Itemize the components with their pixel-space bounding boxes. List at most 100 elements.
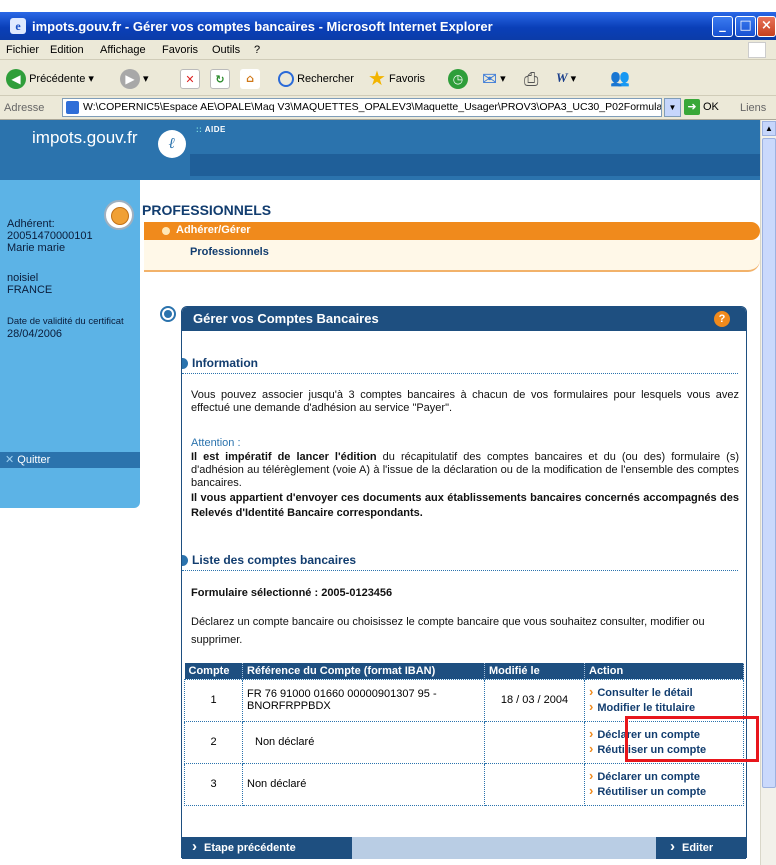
menu-help[interactable]: ?: [254, 44, 260, 56]
account-actions: Déclarer un compte Réutiliser un compte: [584, 762, 744, 806]
adherent-id: 20051470000101: [7, 230, 93, 242]
table-header-row: Compte Référence du Compte (format IBAN)…: [184, 663, 744, 679]
refresh-button[interactable]: ↻: [210, 68, 230, 90]
account-number: 1: [184, 678, 243, 722]
history-button[interactable]: ◷: [448, 68, 468, 90]
menu-fichier[interactable]: Fichier: [6, 44, 39, 56]
word-button[interactable]: W ▾: [556, 68, 576, 90]
browser-window: e impots.gouv.fr - Gérer vos comptes ban…: [0, 12, 776, 865]
section-bullet-icon: [160, 306, 176, 322]
table-row: 1 FR 76 91000 01660 00000901307 95 - BNO…: [184, 678, 744, 722]
account-modified: [484, 762, 585, 806]
warning-text-2: Il vous appartient d'envoyer ces documen…: [191, 492, 739, 519]
scroll-thumb[interactable]: [762, 138, 776, 788]
selected-form: Formulaire sélectionné : 2005-0123456: [191, 587, 393, 599]
instructions-text: Déclarez un compte bancaire ou choisisse…: [191, 616, 705, 646]
search-button[interactable]: Rechercher: [278, 68, 354, 90]
messenger-button[interactable]: 👥: [610, 68, 630, 90]
col-action: Action: [584, 663, 744, 679]
quit-icon: ✕: [5, 454, 15, 466]
print-button[interactable]: ⎙: [524, 68, 538, 90]
help-icon[interactable]: ?: [714, 311, 730, 327]
account-modified: [484, 720, 585, 764]
section-title: PROFESSIONNELS: [142, 202, 272, 218]
cert-label: Date de validité du certificat: [7, 316, 124, 327]
nav-adherer-gerer[interactable]: Adhérer/Gérer: [176, 224, 251, 236]
scroll-up-icon[interactable]: ▲: [762, 121, 776, 136]
stop-button[interactable]: ✕: [180, 68, 200, 90]
star-icon: ★: [368, 68, 386, 91]
page-viewport: impots.gouv.fr ℓ :: AIDE Adhérent: 20051…: [0, 120, 760, 865]
col-compte: Compte: [184, 663, 243, 679]
aide-link[interactable]: :: AIDE: [196, 125, 226, 134]
go-arrow-icon: ➜: [684, 99, 700, 116]
go-button[interactable]: ➜ OK: [684, 98, 734, 117]
toolbar: ◀ Précédente ▾ ▶ ▾ ✕ ↻ ⌂ Rechercher ★ Fa…: [0, 60, 776, 96]
nav-level1: Adhérer/Gérer: [144, 222, 760, 240]
address-dropdown[interactable]: ▼: [664, 98, 681, 117]
account-iban: Non déclaré: [242, 720, 485, 764]
address-input[interactable]: W:\COPERNIC5\Espace AE\OPALE\Maq V3\MAQU…: [62, 98, 662, 117]
menu-edition[interactable]: Edition: [50, 44, 84, 56]
account-actions: Consulter le détail Modifier le titulair…: [584, 678, 744, 722]
nav-professionnels[interactable]: Professionnels: [190, 246, 269, 258]
declarer-compte-link[interactable]: Déclarer un compte: [589, 769, 739, 784]
edit-button[interactable]: Editer: [656, 836, 746, 859]
highlight-box: [625, 716, 759, 762]
header-strip: [190, 154, 760, 176]
col-reference: Référence du Compte (format IBAN): [242, 663, 485, 679]
site-logo[interactable]: impots.gouv.fr: [32, 128, 138, 148]
consulter-detail-link[interactable]: Consulter le détail: [589, 685, 739, 700]
home-button[interactable]: ⌂: [240, 68, 260, 90]
attention-label: Attention :: [191, 437, 241, 449]
windows-logo-icon: [748, 42, 766, 58]
panel-header: Gérer vos Comptes Bancaires ?: [182, 307, 746, 331]
panel-footer: Etape précédente Editer: [182, 836, 746, 859]
forward-arrow-icon: ▶: [120, 69, 140, 90]
menu-affichage[interactable]: Affichage: [100, 44, 146, 56]
user-name: Marie marie: [7, 242, 66, 254]
nav-level2: Professionnels: [144, 240, 760, 272]
modifier-titulaire-link[interactable]: Modifier le titulaire: [589, 700, 739, 715]
account-iban: Non déclaré: [242, 762, 485, 806]
account-number: 3: [184, 762, 243, 806]
window-title: impots.gouv.fr - Gérer vos comptes banca…: [32, 19, 493, 34]
reutiliser-compte-link[interactable]: Réutiliser un compte: [589, 784, 739, 799]
menu-outils[interactable]: Outils: [212, 44, 240, 56]
panel-title: Gérer vos Comptes Bancaires: [193, 311, 379, 326]
accounts-list-heading: Liste des comptes bancaires: [182, 553, 738, 571]
maximize-button[interactable]: □: [735, 16, 756, 37]
account-iban: FR 76 91000 01660 00000901307 95 - BNORF…: [242, 678, 485, 722]
search-icon: [278, 71, 294, 88]
user-country: FRANCE: [7, 284, 53, 296]
user-city: noisiel: [7, 272, 39, 284]
information-heading: Information: [182, 356, 738, 374]
adherent-label: Adhérent:: [7, 218, 55, 230]
quit-button[interactable]: ✕ Quitter: [0, 452, 140, 468]
site-header: impots.gouv.fr ℓ :: AIDE: [0, 120, 760, 180]
information-text: Vous pouvez associer jusqu'à 3 comptes b…: [191, 389, 739, 414]
menu-bar: Fichier Edition Affichage Favoris Outils…: [0, 40, 776, 60]
refresh-icon: ↻: [210, 69, 230, 90]
minimize-button[interactable]: _: [712, 16, 733, 37]
col-modified: Modifié le: [484, 663, 585, 679]
history-icon: ◷: [448, 69, 468, 90]
close-button[interactable]: ×: [757, 16, 776, 37]
previous-step-button[interactable]: Etape précédente: [182, 836, 352, 859]
favorites-button[interactable]: ★ Favoris: [368, 68, 425, 90]
warning-text: Il est impératif de lancer l'édition du …: [191, 451, 740, 489]
back-button[interactable]: ◀ Précédente ▾: [6, 68, 94, 90]
links-label[interactable]: Liens: [740, 102, 766, 114]
back-arrow-icon: ◀: [6, 69, 26, 90]
cert-date: 28/04/2006: [7, 328, 63, 340]
vertical-scrollbar[interactable]: ▲: [760, 120, 776, 865]
mail-icon: ✉: [482, 69, 498, 90]
bullet-icon: [162, 227, 170, 235]
ie-icon: e: [10, 18, 26, 34]
mail-button[interactable]: ✉ ▾: [482, 68, 506, 90]
table-row: 3 Non déclaré Déclarer un compte Réutili…: [184, 762, 744, 806]
forward-button[interactable]: ▶ ▾: [120, 68, 149, 90]
professionnels-badge-icon: [104, 200, 134, 230]
menu-favoris[interactable]: Favoris: [162, 44, 198, 56]
word-icon: W: [556, 70, 568, 85]
